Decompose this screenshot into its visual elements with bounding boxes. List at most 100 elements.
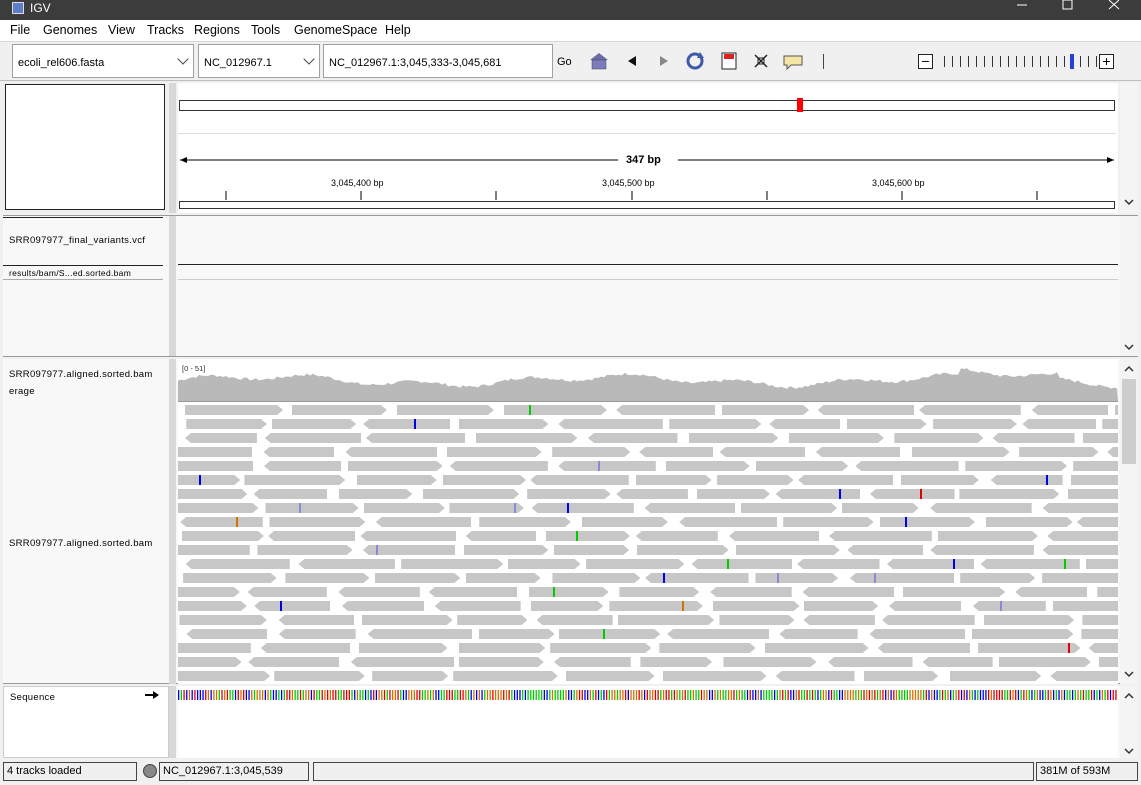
- alignment-read[interactable]: [434, 601, 521, 611]
- alignment-read[interactable]: [894, 433, 983, 443]
- alignment-read[interactable]: [999, 657, 1091, 667]
- alignment-read[interactable]: [986, 517, 1073, 527]
- alignment-read[interactable]: [1086, 559, 1118, 569]
- sequence-track-name[interactable]: Sequence: [10, 692, 55, 703]
- coverage-track-name[interactable]: SRR097977.aligned.sorted.bam: [9, 369, 153, 380]
- alignment-read[interactable]: [1022, 419, 1096, 429]
- alignment-read[interactable]: [179, 615, 266, 625]
- alignment-read[interactable]: [972, 629, 1073, 639]
- alignment-read[interactable]: [449, 461, 548, 471]
- zoom-in-button[interactable]: +: [1099, 54, 1114, 69]
- alignment-read[interactable]: [459, 419, 549, 429]
- alignment-read[interactable]: [779, 629, 858, 639]
- alignment-read[interactable]: [930, 545, 1034, 555]
- alignment-read[interactable]: [659, 643, 755, 653]
- alignment-read[interactable]: [185, 405, 284, 415]
- chromosome-dropdown[interactable]: NC_012967.1: [198, 44, 320, 78]
- menu-help[interactable]: Help: [385, 23, 411, 37]
- alignment-read[interactable]: [697, 489, 771, 499]
- alignment-read[interactable]: [268, 531, 356, 541]
- alignment-read[interactable]: [397, 405, 494, 415]
- alignment-read[interactable]: [183, 573, 277, 583]
- alignment-read[interactable]: [645, 573, 749, 583]
- alignment-read[interactable]: [938, 531, 1038, 541]
- alignment-read[interactable]: [1107, 447, 1118, 457]
- alignment-read[interactable]: [842, 503, 919, 513]
- alignment-read[interactable]: [679, 517, 778, 527]
- alignment-read[interactable]: [847, 419, 927, 429]
- alignment-read[interactable]: [566, 671, 655, 681]
- close-button[interactable]: [1091, 0, 1137, 20]
- alignment-read[interactable]: [959, 489, 1059, 499]
- alignment-read[interactable]: [901, 475, 979, 485]
- alignment-read[interactable]: [972, 601, 1046, 611]
- alignment-read[interactable]: [775, 489, 861, 499]
- alignment-read[interactable]: [459, 657, 544, 667]
- alignment-read[interactable]: [609, 601, 703, 611]
- alignment-read[interactable]: [669, 419, 761, 429]
- alignment-read[interactable]: [1015, 587, 1088, 597]
- alignment-read[interactable]: [558, 419, 663, 429]
- alignment-read[interactable]: [178, 503, 259, 513]
- ruler-scrollbar[interactable]: [1120, 83, 1138, 213]
- alignment-read[interactable]: [849, 573, 955, 583]
- alignment-read[interactable]: [178, 587, 240, 597]
- alignment-read[interactable]: [741, 503, 838, 513]
- alignment-read[interactable]: [558, 461, 656, 471]
- alignment-read[interactable]: [178, 643, 251, 653]
- alignment-read[interactable]: [367, 629, 473, 639]
- alignment-read[interactable]: [864, 671, 938, 681]
- coverage-track[interactable]: [178, 359, 1118, 401]
- alignment-read[interactable]: [465, 531, 537, 541]
- alignment-read[interactable]: [247, 587, 327, 597]
- menu-tools[interactable]: Tools: [251, 23, 280, 37]
- alignment-read[interactable]: [769, 419, 840, 429]
- alignment-read[interactable]: [765, 643, 869, 653]
- alignment-read[interactable]: [292, 405, 387, 415]
- alignment-read[interactable]: [1068, 489, 1118, 499]
- alignment-read[interactable]: [269, 517, 365, 527]
- alignment-read[interactable]: [797, 559, 880, 569]
- popup-icon[interactable]: [782, 50, 804, 72]
- alignment-read[interactable]: [443, 475, 526, 485]
- alignment-read[interactable]: [1076, 517, 1118, 527]
- alignment-read[interactable]: [178, 461, 254, 471]
- alignment-read[interactable]: [1099, 657, 1118, 667]
- region-icon[interactable]: [718, 50, 740, 72]
- alignment-read[interactable]: [803, 615, 875, 625]
- alignment-read[interactable]: [950, 671, 1041, 681]
- alignment-read[interactable]: [640, 657, 712, 667]
- alignment-read[interactable]: [447, 447, 542, 457]
- alignment-read[interactable]: [639, 447, 714, 457]
- menu-genomespace[interactable]: GenomeSpace: [294, 23, 377, 37]
- alignment-read[interactable]: [531, 503, 634, 513]
- alignment-read[interactable]: [285, 573, 369, 583]
- alignment-read[interactable]: [178, 545, 250, 555]
- alignment-read[interactable]: [1042, 573, 1118, 583]
- alignment-read[interactable]: [423, 489, 520, 499]
- alignment-read[interactable]: [869, 489, 955, 499]
- menu-genomes[interactable]: Genomes: [43, 23, 97, 37]
- genome-dropdown[interactable]: ecoli_rel606.fasta: [12, 44, 194, 78]
- alignment-read[interactable]: [722, 405, 809, 415]
- alignment-read[interactable]: [536, 615, 613, 625]
- forward-icon[interactable]: [653, 50, 675, 72]
- alignment-read[interactable]: [886, 559, 975, 569]
- alignment-read[interactable]: [365, 433, 466, 443]
- alignment-read[interactable]: [178, 657, 242, 667]
- alignment-read[interactable]: [990, 475, 1063, 485]
- alignment-read[interactable]: [546, 531, 630, 541]
- alignment-read[interactable]: [350, 657, 455, 667]
- alignment-read[interactable]: [529, 587, 609, 597]
- alignment-read[interactable]: [182, 531, 264, 541]
- alignment-read[interactable]: [919, 405, 1021, 415]
- alignment-read[interactable]: [828, 531, 932, 541]
- alignment-read[interactable]: [717, 475, 793, 485]
- alignment-read[interactable]: [449, 503, 524, 513]
- alignment-read[interactable]: [667, 629, 770, 639]
- alignment-read[interactable]: [1019, 447, 1098, 457]
- alignment-read[interactable]: [248, 657, 340, 667]
- refresh-icon[interactable]: [684, 50, 706, 72]
- alignment-read[interactable]: [618, 615, 714, 625]
- alignment-read[interactable]: [263, 461, 342, 471]
